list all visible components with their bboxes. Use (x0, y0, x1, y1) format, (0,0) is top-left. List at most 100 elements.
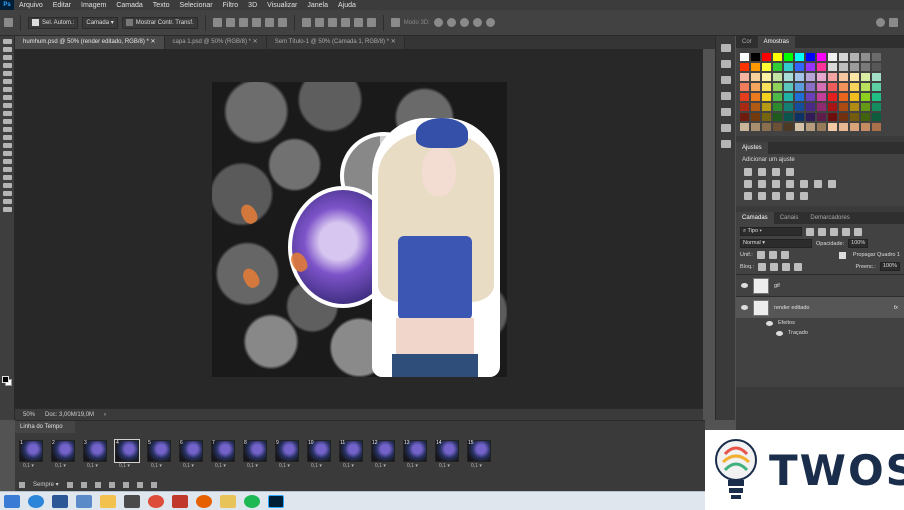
drag-3d-icon[interactable] (459, 18, 469, 27)
color-swatch[interactable] (806, 63, 815, 71)
dodge-tool-icon[interactable] (2, 143, 12, 148)
frame-delay[interactable]: 0,1 ▾ (50, 462, 79, 470)
color-swatch[interactable] (784, 93, 793, 101)
character-icon[interactable] (720, 124, 731, 132)
zoom-level[interactable]: 50% (23, 412, 35, 418)
show-transform-checkbox[interactable]: Mostrar Contr. Transf. (121, 16, 198, 29)
frame-delay[interactable]: 0,1 ▾ (114, 462, 143, 470)
color-swatch[interactable] (806, 53, 815, 61)
chrome-icon[interactable] (148, 494, 164, 508)
color-swatch[interactable] (850, 73, 859, 81)
color-swatch[interactable] (861, 93, 870, 101)
color-swatch[interactable] (839, 93, 848, 101)
color-swatch[interactable] (740, 63, 749, 71)
menu-texto[interactable]: Texto (148, 2, 175, 9)
color-swatch[interactable] (850, 103, 859, 111)
color-swatch[interactable] (795, 123, 804, 131)
auto-select-checkbox[interactable]: Sel. Autom.: (28, 16, 79, 29)
color-swatch[interactable] (762, 83, 771, 91)
frame-delay[interactable]: 0,1 ▾ (434, 462, 463, 470)
color-swatch[interactable] (872, 83, 881, 91)
rotate-3d-icon[interactable] (433, 18, 443, 27)
eyedropper-tool-icon[interactable] (2, 79, 12, 84)
blur-tool-icon[interactable] (2, 135, 12, 140)
chevron-right-icon[interactable]: › (104, 412, 106, 418)
unify-position-icon[interactable] (756, 251, 765, 259)
folder-icon[interactable] (220, 494, 236, 508)
tab-humhum[interactable]: humhum.psd @ 50% (render editado, RGB/8)… (15, 36, 165, 49)
align-bottom-icon[interactable] (238, 18, 248, 27)
distribute-right-icon[interactable] (366, 18, 376, 27)
color-swatch[interactable] (740, 103, 749, 111)
trash-icon[interactable] (150, 481, 157, 488)
color-swatch[interactable] (850, 123, 859, 131)
color-swatch[interactable] (817, 73, 826, 81)
color-swatch[interactable] (828, 123, 837, 131)
color-swatch[interactable] (740, 53, 749, 61)
fx-badge[interactable]: fx (894, 305, 898, 311)
menu-visualizar[interactable]: Visualizar (262, 2, 302, 9)
scale-3d-icon[interactable] (485, 18, 495, 27)
auto-select-dropdown[interactable]: Camada ▾ (82, 16, 118, 29)
filter-type-icon[interactable] (830, 227, 838, 236)
edit-toolbar-icon[interactable] (2, 207, 12, 212)
play-icon[interactable] (94, 481, 101, 488)
frame-delay[interactable]: 0,1 ▾ (18, 462, 47, 470)
hand-tool-icon[interactable] (2, 183, 12, 188)
color-swatch[interactable] (872, 103, 881, 111)
pdf-icon[interactable] (172, 494, 188, 508)
brightness-icon[interactable] (744, 168, 752, 176)
color-swatch[interactable] (861, 63, 870, 71)
eye-icon[interactable] (741, 283, 748, 288)
color-swatch[interactable] (828, 93, 837, 101)
eye-icon[interactable] (766, 320, 773, 326)
curves-icon[interactable] (772, 168, 780, 176)
color-swatch[interactable] (828, 113, 837, 121)
color-swatch[interactable] (861, 103, 870, 111)
color-swatch[interactable] (850, 93, 859, 101)
channel-mixer-icon[interactable] (814, 180, 822, 188)
timeline-frame[interactable]: 6 0,1 ▾ (178, 440, 207, 471)
color-swatch[interactable] (839, 63, 848, 71)
color-swatch[interactable] (762, 103, 771, 111)
color-swatch[interactable] (784, 123, 793, 131)
color-swatch[interactable] (817, 103, 826, 111)
align-center-icon[interactable] (264, 18, 274, 27)
selective-color-icon[interactable] (800, 192, 808, 200)
timeline-frame[interactable]: 11 0,1 ▾ (338, 440, 367, 471)
eraser-tool-icon[interactable] (2, 119, 12, 124)
marquee-tool-icon[interactable] (2, 47, 12, 52)
filter-pixel-icon[interactable] (806, 227, 814, 236)
opacity-input[interactable]: 100% (848, 239, 869, 248)
menu-3d[interactable]: 3D (243, 2, 262, 9)
color-swatch[interactable] (872, 123, 881, 131)
distribute-left-icon[interactable] (340, 18, 350, 27)
color-swatch[interactable] (817, 123, 826, 131)
layer-row-gif[interactable]: gif (736, 274, 904, 296)
frame-delay[interactable]: 0,1 ▾ (146, 462, 175, 470)
crop-tool-icon[interactable] (2, 71, 12, 76)
color-swatch[interactable] (795, 53, 804, 61)
menu-janela[interactable]: Janela (302, 2, 333, 9)
timeline-frame[interactable]: 13 0,1 ▾ (402, 440, 431, 471)
timeline-frame[interactable]: 5 0,1 ▾ (146, 440, 175, 471)
layer-name[interactable]: gif (774, 283, 780, 289)
canvas-image[interactable] (212, 82, 507, 377)
convert-icon[interactable] (19, 481, 25, 488)
color-swatch[interactable] (751, 73, 760, 81)
menu-camada[interactable]: Camada (111, 2, 147, 9)
color-swatch[interactable] (762, 73, 771, 81)
color-swatch[interactable] (740, 73, 749, 81)
tab-layers[interactable]: Camadas (736, 212, 774, 224)
color-swatch[interactable] (751, 83, 760, 91)
windows-start-icon[interactable] (4, 494, 20, 508)
color-swatch[interactable] (751, 113, 760, 121)
layer-row-render-editado[interactable]: render editado fx (736, 296, 904, 318)
color-swatch[interactable] (773, 83, 782, 91)
color-swatch[interactable] (806, 103, 815, 111)
color-swatch[interactable] (872, 73, 881, 81)
frame-delay[interactable]: 0,1 ▾ (242, 462, 271, 470)
close-icon[interactable]: ✕ (391, 39, 396, 45)
frame-delay[interactable]: 0,1 ▾ (402, 462, 431, 470)
frame-delay[interactable]: 0,1 ▾ (82, 462, 111, 470)
